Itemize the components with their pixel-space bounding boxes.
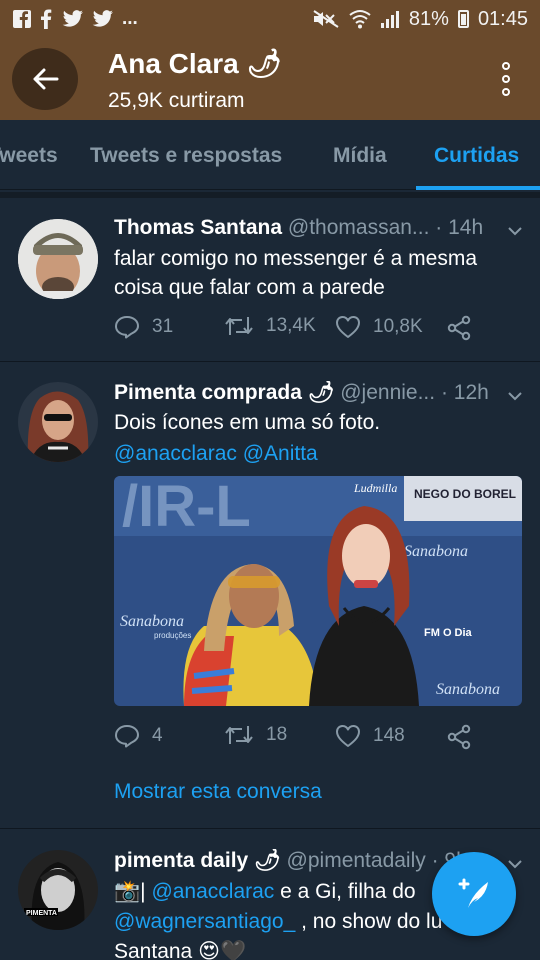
author-name[interactable]: Pimenta comprada 🌶 (114, 381, 334, 404)
mention-link[interactable]: @anacclarac (151, 880, 274, 903)
tab-media[interactable]: Mídia (333, 144, 387, 168)
mute-icon (313, 10, 339, 28)
tweet-actions: 4 18 148 (114, 724, 514, 754)
tweet-time: · 12h (440, 381, 489, 404)
clock: 01:45 (477, 7, 528, 30)
battery-icon (457, 10, 469, 28)
avatar-image (18, 219, 98, 299)
tab-likes[interactable]: Curtidas (434, 144, 519, 168)
author-name[interactable]: Thomas Santana (114, 216, 282, 239)
compose-tweet-button[interactable] (432, 852, 516, 936)
retweet-count: 13,4K (266, 315, 316, 336)
dot-icon (502, 62, 510, 70)
reply-button[interactable]: 31 (114, 315, 173, 339)
reply-count: 31 (152, 316, 174, 337)
chevron-down-icon[interactable] (508, 224, 522, 238)
svg-text:/IR-L: /IR-L (122, 476, 251, 539)
signal-icon (380, 11, 399, 28)
tweet-time: · 14h (435, 216, 484, 239)
avatar-image (18, 382, 98, 462)
share-button[interactable] (446, 724, 472, 750)
retweet-count: 18 (266, 724, 288, 745)
reply-count: 4 (152, 725, 163, 746)
retweet-button[interactable]: 13,4K (224, 315, 316, 337)
tweet-text: , no show do lu (295, 910, 443, 933)
tweet-text: 📸| (114, 880, 152, 903)
overflow-menu-button[interactable] (500, 62, 512, 96)
twitter-icon (92, 10, 113, 27)
active-tab-indicator (416, 186, 540, 190)
svg-text:Sanabona: Sanabona (436, 681, 500, 698)
photo-image: /IR-L NEGO DO BOREL Ludmilla Sanabona pr… (114, 476, 522, 706)
share-button[interactable] (446, 315, 472, 341)
tweet[interactable]: Thomas Santana @thomassan... · 14h falar… (0, 198, 540, 361)
reply-icon (115, 316, 139, 339)
status-bar: ... 81% 01:45 (0, 0, 540, 38)
tweet-text: e a Gi, filha do (274, 880, 416, 903)
author-name[interactable]: pimenta daily 🌶 (114, 849, 281, 872)
photo-text: Sanabona (120, 613, 184, 630)
facebook-icon (13, 10, 31, 28)
chevron-down-icon[interactable] (508, 389, 522, 403)
like-count: 10,8K (373, 316, 423, 337)
avatar-label: PIMENTA (26, 910, 57, 917)
tab-tweets-and-replies[interactable]: Tweets e respostas (90, 144, 282, 168)
svg-text:Sanabona: Sanabona (404, 543, 468, 560)
show-conversation-link[interactable]: Mostrar esta conversa (114, 780, 322, 804)
mention-link[interactable]: @wagnersantiago_ (114, 910, 295, 933)
like-button[interactable]: 10,8K (335, 315, 423, 339)
author-handle[interactable]: @thomassan... (288, 216, 430, 239)
profile-tabs: Tweets Tweets e respostas Mídia Curtidas (0, 120, 540, 190)
chevron-down-icon[interactable] (508, 857, 522, 871)
tweet-header: Thomas Santana @thomassan... · 14h (114, 216, 504, 240)
heart-icon (336, 316, 360, 338)
share-icon (447, 724, 471, 750)
avatar[interactable]: PIMENTA (18, 850, 98, 930)
reply-icon (115, 725, 139, 748)
heart-icon (336, 725, 360, 747)
avatar[interactable] (18, 219, 98, 299)
back-button[interactable] (12, 48, 78, 110)
tweet-text: Santana 😍🖤 (114, 940, 247, 960)
arrow-left-icon (33, 68, 59, 90)
avatar[interactable] (18, 382, 98, 462)
tweet-text: falar comigo no messenger é a mesma cois… (114, 247, 477, 299)
author-handle[interactable]: @jennie... (340, 381, 435, 404)
like-button[interactable]: 148 (335, 724, 405, 748)
avatar-image: PIMENTA (18, 850, 98, 930)
tweet-photo[interactable]: /IR-L NEGO DO BOREL Ludmilla Sanabona pr… (114, 476, 522, 706)
more-notifications-indicator: ... (122, 8, 138, 29)
facebook-icon (41, 9, 52, 29)
retweet-icon (225, 726, 253, 744)
like-count: 148 (373, 725, 405, 746)
photo-text: produções (154, 631, 191, 640)
feather-plus-icon (458, 878, 488, 908)
twitter-icon (62, 10, 83, 27)
photo-text: NEGO DO BOREL (414, 487, 516, 501)
tweet-header: Pimenta comprada 🌶 @jennie... · 12h (114, 381, 504, 405)
retweet-button[interactable]: 18 (224, 724, 287, 746)
tweet[interactable]: Pimenta comprada 🌶 @jennie... · 12h Dois… (0, 362, 540, 828)
photo-text: Ludmilla (353, 481, 397, 495)
dot-icon (502, 75, 510, 83)
battery-level: 81% (408, 7, 449, 30)
wifi-icon (349, 10, 371, 29)
photo-text: FM O Dia (424, 627, 473, 639)
tab-tweets[interactable]: Tweets (0, 144, 58, 168)
profile-header: Ana Clara 🌶 25,9K curtiram (0, 38, 540, 120)
likes-count: 25,9K curtiram (108, 89, 245, 112)
profile-name: Ana Clara 🌶 (108, 48, 283, 79)
tweet-text: Dois ícones em uma só foto. (114, 411, 381, 434)
tweet-actions: 31 13,4K 10,8K (114, 315, 514, 345)
dot-icon (502, 88, 510, 96)
tweet-mentions[interactable]: @anacclarac @Anitta (114, 439, 514, 468)
retweet-icon (225, 317, 253, 335)
share-icon (447, 315, 471, 341)
reply-button[interactable]: 4 (114, 724, 163, 748)
notification-icons: ... (12, 8, 138, 30)
